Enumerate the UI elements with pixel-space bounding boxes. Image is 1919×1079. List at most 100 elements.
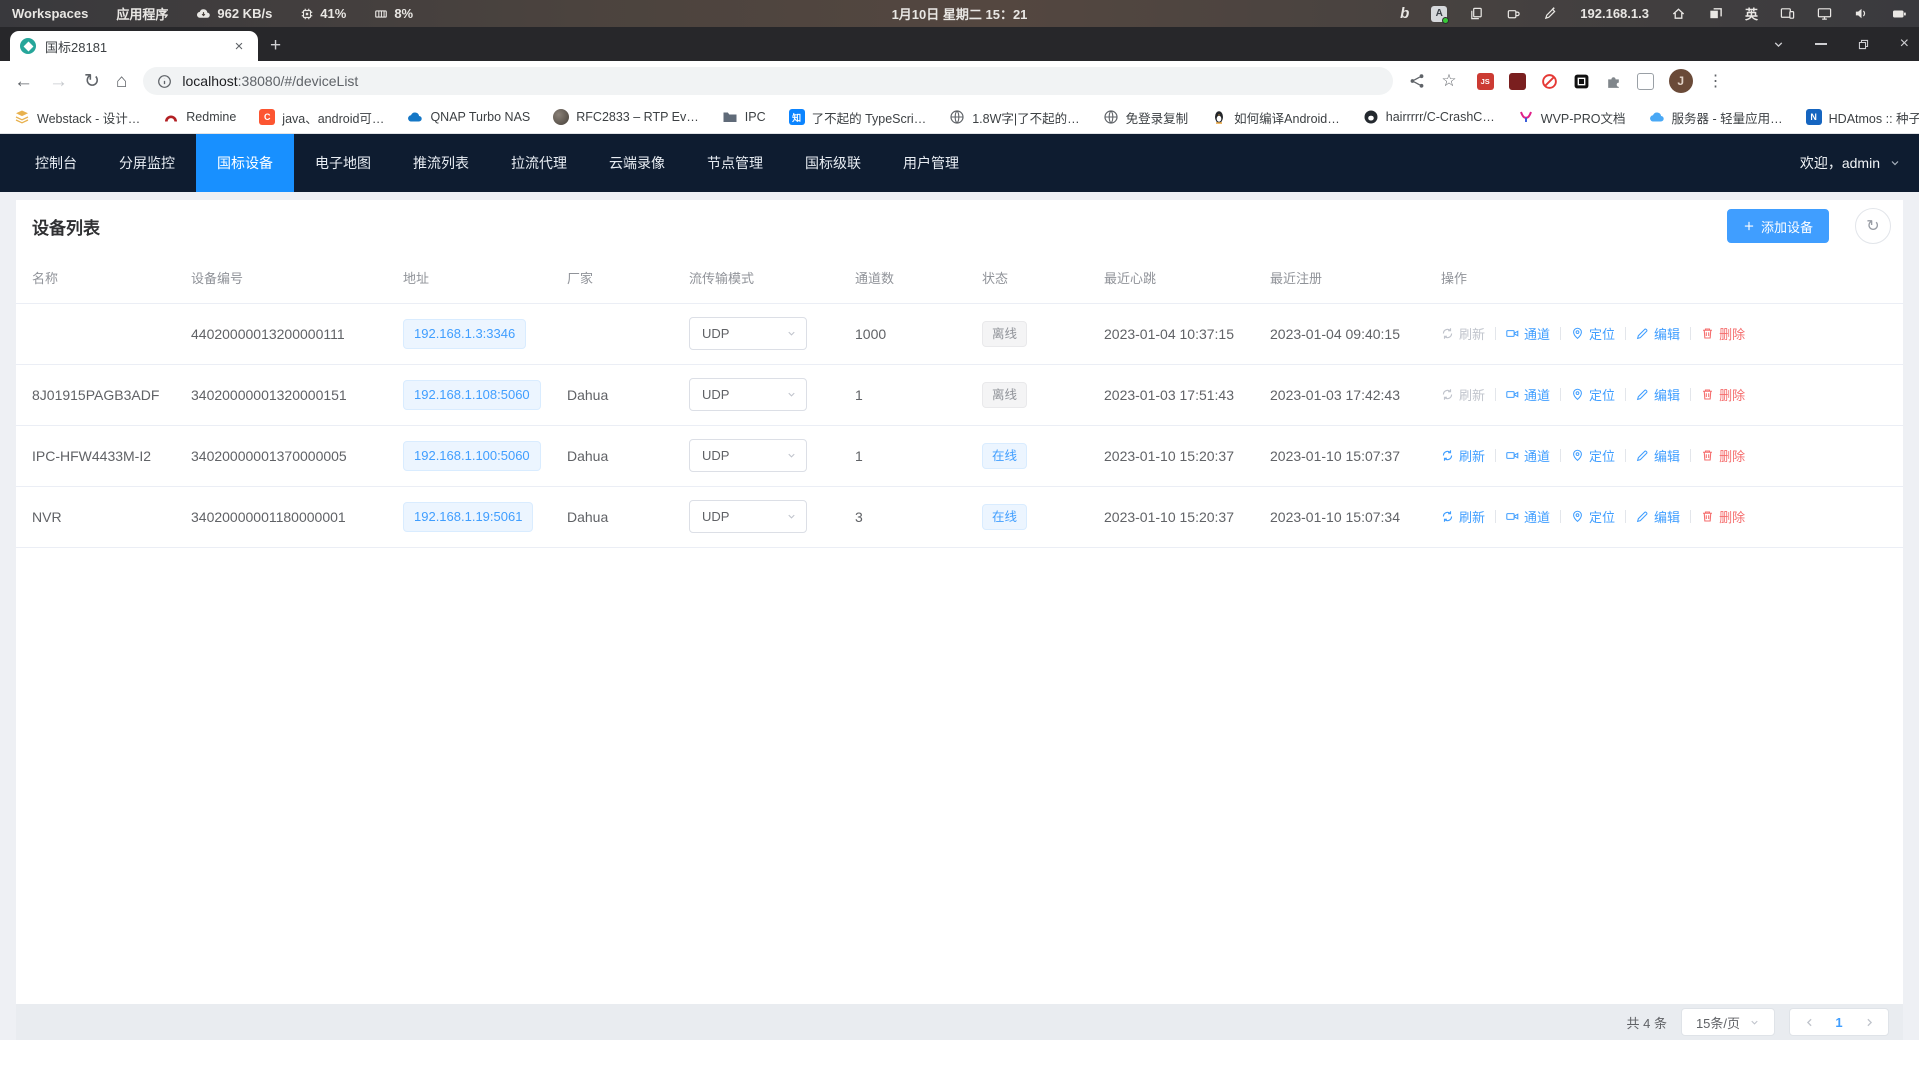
nav-item-split-monitor[interactable]: 分屏监控 <box>98 134 196 192</box>
volume-tray-icon[interactable] <box>1854 6 1869 21</box>
clock[interactable]: 1月10日 星期二 15：21 <box>892 4 1028 23</box>
bookmark-ipc[interactable]: IPC <box>722 109 766 125</box>
nav-item-emap[interactable]: 电子地图 <box>294 134 392 192</box>
browser-home-button[interactable]: ⌂ <box>116 72 127 91</box>
channels-action[interactable]: 通道 <box>1506 507 1550 526</box>
current-page[interactable]: 1 <box>1824 1015 1854 1030</box>
nav-item-push-list[interactable]: 推流列表 <box>392 134 490 192</box>
applications-menu[interactable]: 应用程序 <box>116 4 168 23</box>
bookmark-copy-free[interactable]: 免登录复制 <box>1103 108 1189 127</box>
table-row: IPC-HFW4433M-I2 34020000001370000005 192… <box>16 425 1903 486</box>
globe-icon <box>949 109 965 125</box>
stream-mode-select[interactable]: UDP <box>689 317 807 350</box>
bookmark-rfc2833[interactable]: RFC2833 – RTP Ev… <box>553 109 699 125</box>
bookmark-typescript-article[interactable]: 1.8W字|了不起的… <box>949 108 1079 127</box>
ip-address-indicator[interactable]: 192.168.1.3 <box>1580 6 1649 21</box>
bookmark-csdn[interactable]: Cjava、android可… <box>259 108 384 127</box>
page-size-select[interactable]: 15条/页 <box>1681 1008 1775 1036</box>
reload-button[interactable]: ↻ <box>84 72 100 91</box>
nav-item-gb-cascade[interactable]: 国标级联 <box>784 134 882 192</box>
delete-action[interactable]: 删除 <box>1701 385 1745 404</box>
tab-search-chevron-icon[interactable] <box>1772 38 1785 51</box>
delete-action[interactable]: 删除 <box>1701 324 1745 343</box>
window-switcher-tray-icon[interactable] <box>1708 6 1723 21</box>
browser-tab[interactable]: 国标28181 × <box>10 31 258 61</box>
phonelink-tray-icon[interactable] <box>1780 6 1795 21</box>
extension-blocker-icon[interactable] <box>1541 73 1558 90</box>
window-restore-button[interactable] <box>1857 38 1870 51</box>
tab-close-icon[interactable]: × <box>230 37 248 55</box>
address-tag[interactable]: 192.168.1.19:5061 <box>403 502 533 532</box>
bookmark-android-build[interactable]: 如何编译Android… <box>1211 108 1340 127</box>
caffeine-tray-icon[interactable] <box>1506 6 1521 21</box>
bookmark-wvp-docs[interactable]: WVP-PRO文档 <box>1518 108 1626 127</box>
channels-action[interactable]: 通道 <box>1506 446 1550 465</box>
extension-light-icon[interactable] <box>1637 73 1654 90</box>
nav-item-pull-proxy[interactable]: 拉流代理 <box>490 134 588 192</box>
extension-dark-reader-icon[interactable] <box>1573 73 1590 90</box>
new-tab-button[interactable]: + <box>270 35 281 57</box>
color-picker-tray-icon[interactable] <box>1543 6 1558 21</box>
address-tag[interactable]: 192.168.1.3:3346 <box>403 319 526 349</box>
locate-action[interactable]: 定位 <box>1571 385 1615 404</box>
locate-action[interactable]: 定位 <box>1571 324 1615 343</box>
next-page-button[interactable] <box>1854 1016 1884 1029</box>
window-close-button[interactable]: × <box>1900 35 1909 53</box>
extensions-puzzle-icon[interactable] <box>1605 73 1622 90</box>
browser-menu-icon[interactable]: ⋮ <box>1708 71 1724 91</box>
profile-avatar[interactable]: J <box>1669 69 1693 93</box>
stream-mode-select[interactable]: UDP <box>689 500 807 533</box>
edit-action[interactable]: 编辑 <box>1636 385 1680 404</box>
nav-item-console[interactable]: 控制台 <box>14 134 98 192</box>
memory-usage-indicator: 8% <box>374 6 413 21</box>
home-tray-icon[interactable] <box>1671 6 1686 21</box>
window-minimize-button[interactable] <box>1815 43 1827 45</box>
col-address: 地址 <box>393 252 557 303</box>
bookmark-redmine[interactable]: Redmine <box>163 109 236 125</box>
channels-action[interactable]: 通道 <box>1506 324 1550 343</box>
add-device-button[interactable]: 添加设备 <box>1727 209 1829 243</box>
nav-item-user-manage[interactable]: 用户管理 <box>882 134 980 192</box>
site-info-icon[interactable] <box>157 74 172 89</box>
nav-item-node-manage[interactable]: 节点管理 <box>686 134 784 192</box>
bookmark-star-icon[interactable]: ☆ <box>1441 71 1456 91</box>
bookmark-hdatmos[interactable]: NHDAtmos :: 种子 *… <box>1806 108 1919 127</box>
bing-tray-icon[interactable]: b <box>1400 5 1409 22</box>
bookmark-webstack[interactable]: Webstack - 设计… <box>14 108 140 127</box>
back-button[interactable]: ← <box>14 72 33 91</box>
screenshot-app-tray-icon[interactable]: A <box>1431 6 1447 22</box>
edit-action[interactable]: 编辑 <box>1636 324 1680 343</box>
extension-js-icon[interactable]: JS <box>1477 73 1494 90</box>
extension-maroon-icon[interactable] <box>1509 73 1526 90</box>
edit-action[interactable]: 编辑 <box>1636 446 1680 465</box>
refresh-action[interactable]: 刷新 <box>1441 507 1485 526</box>
nav-item-cloud-record[interactable]: 云端录像 <box>588 134 686 192</box>
refresh-list-button[interactable]: ↻ <box>1855 208 1891 244</box>
address-tag[interactable]: 192.168.1.108:5060 <box>403 380 541 410</box>
bookmark-cloud-server[interactable]: 服务器 - 轻量应用… <box>1649 108 1783 127</box>
prev-page-button[interactable] <box>1794 1016 1824 1029</box>
channels-action[interactable]: 通道 <box>1506 385 1550 404</box>
camera-icon <box>1506 388 1519 401</box>
bookmark-github[interactable]: hairrrrr/C-CrashC… <box>1363 109 1495 125</box>
input-language-indicator[interactable]: 英 <box>1745 4 1758 23</box>
address-tag[interactable]: 192.168.1.100:5060 <box>403 441 541 471</box>
delete-action[interactable]: 删除 <box>1701 446 1745 465</box>
locate-action[interactable]: 定位 <box>1571 446 1615 465</box>
stream-mode-select[interactable]: UDP <box>689 378 807 411</box>
user-menu[interactable]: 欢迎，admin <box>1800 153 1901 173</box>
bookmark-zhihu[interactable]: 知了不起的 TypeScri… <box>789 108 927 127</box>
clipboard-tray-icon[interactable] <box>1469 6 1484 21</box>
refresh-action[interactable]: 刷新 <box>1441 446 1485 465</box>
workspaces-button[interactable]: Workspaces <box>12 6 88 21</box>
nav-item-gb-devices[interactable]: 国标设备 <box>196 134 294 192</box>
stream-mode-select[interactable]: UDP <box>689 439 807 472</box>
share-icon[interactable] <box>1409 73 1425 89</box>
forward-button[interactable]: → <box>49 72 68 91</box>
locate-action[interactable]: 定位 <box>1571 507 1615 526</box>
address-bar[interactable]: localhost:38080/#/deviceList <box>143 67 1393 95</box>
delete-action[interactable]: 删除 <box>1701 507 1745 526</box>
display-tray-icon[interactable] <box>1817 6 1832 21</box>
edit-action[interactable]: 编辑 <box>1636 507 1680 526</box>
bookmark-qnap[interactable]: QNAP Turbo NAS <box>407 109 530 125</box>
